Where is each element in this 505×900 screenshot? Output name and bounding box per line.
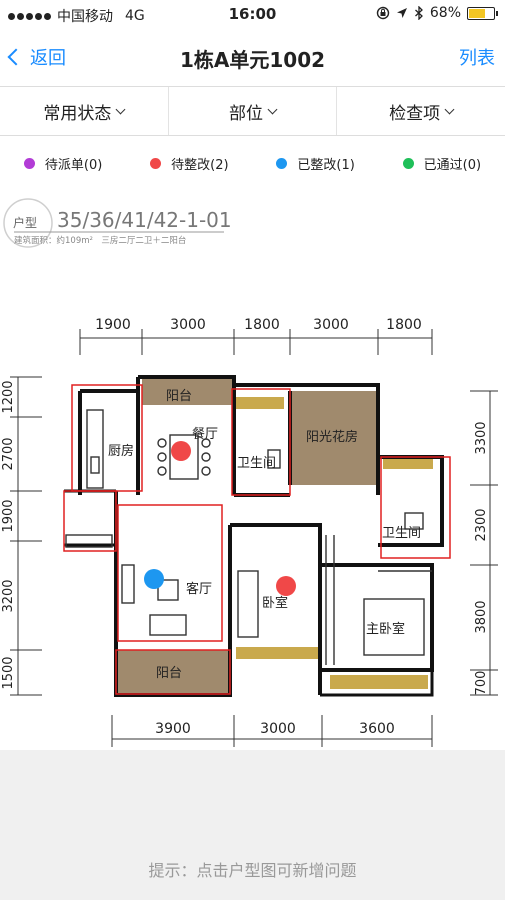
legend-item-fixed: 已整改(1)	[253, 146, 379, 180]
filter-bar: 常用状态 部位 检查项	[0, 86, 505, 136]
bluetooth-icon	[414, 6, 423, 20]
right-dimensions: 3300 2300 3800 700	[470, 390, 498, 696]
status-dot-icon	[23, 157, 35, 169]
room-label: 卧室	[262, 595, 288, 611]
room-label: 阳台	[156, 666, 182, 681]
status-dot-icon	[276, 157, 288, 169]
dim-label: 3200	[1, 579, 16, 612]
dim-label: 3600	[359, 721, 395, 737]
dim-label: 3000	[313, 317, 349, 333]
location-arrow-icon	[396, 8, 407, 18]
status-dot-icon	[402, 157, 414, 169]
filter-label: 检查项	[389, 103, 441, 124]
room-label: 阳台	[166, 389, 192, 404]
page-title: 1栋A单元1002	[179, 48, 326, 72]
battery-icon	[467, 6, 498, 20]
status-legend: 待派单(0) 待整改(2) 已整改(1) 已通过(0)	[0, 146, 505, 180]
top-dimensions: 1900 3000 1800 3000 1800	[79, 317, 433, 355]
dim-label: 3000	[260, 721, 296, 737]
legend-item-pending-fix: 待整改(2)	[126, 146, 252, 180]
room-label: 阳光花房	[306, 429, 358, 445]
chevron-down-icon	[267, 104, 278, 114]
dim-label: 1800	[386, 317, 422, 333]
legend-label: 待派单(0)	[44, 157, 103, 173]
floor-plan-drawing[interactable]: 户型 35/36/41/42-1-01 建筑面积：约109m² 三房二厅二卫＋二…	[0, 195, 505, 750]
filter-label: 常用状态	[43, 103, 112, 124]
dim-label: 700	[474, 671, 489, 696]
room-label: 卫生间	[237, 456, 276, 471]
plan-type-prefix: 户型	[13, 215, 37, 230]
dim-label: 2300	[474, 508, 489, 541]
room-label: 主卧室	[366, 621, 405, 637]
chevron-down-icon	[115, 104, 126, 114]
dim-label: 3800	[474, 600, 489, 633]
legend-label: 已整改(1)	[297, 157, 355, 173]
dim-label: 1200	[1, 380, 16, 413]
room-label: 客厅	[186, 581, 212, 597]
status-right: 68%	[376, 5, 498, 21]
lock-rotation-icon	[376, 6, 390, 20]
issue-marker-bedroom[interactable]	[276, 576, 296, 596]
legend-label: 已通过(0)	[423, 157, 482, 173]
room-label: 厨房	[108, 443, 134, 459]
left-dimensions: 1200 2700 1900 3200 1500	[1, 376, 42, 696]
dim-label: 3900	[155, 721, 191, 737]
filter-location-dropdown[interactable]: 部位	[169, 87, 338, 135]
plan-type-code: 35/36/41/42-1-01	[57, 208, 232, 232]
app-root: { "status_bar": { "carrier": "中国移动", "ne…	[0, 0, 505, 900]
nav-bar: 返回 1栋A单元1002 列表	[0, 30, 505, 86]
issue-marker-living[interactable]	[144, 569, 164, 589]
filter-status-dropdown[interactable]: 常用状态	[0, 87, 169, 135]
dim-label: 3000	[170, 317, 206, 333]
bottom-dimensions: 3900 3000 3600	[111, 715, 433, 747]
dim-label: 1500	[1, 656, 16, 689]
dim-label: 3300	[474, 421, 489, 454]
footer: 提示：点击户型图可新增问题	[0, 750, 505, 900]
dim-label: 1800	[244, 317, 280, 333]
filter-label: 部位	[229, 103, 263, 124]
legend-label: 待整改(2)	[171, 157, 229, 173]
list-button[interactable]: 列表	[459, 44, 495, 70]
battery-percent: 68%	[429, 5, 461, 21]
dim-label: 2700	[1, 437, 16, 470]
plan-subtitle: 建筑面积：约109m² 三房二厅二卫＋二阳台	[14, 235, 186, 246]
room-label: 餐厅	[192, 426, 218, 442]
chevron-down-icon	[444, 104, 455, 114]
hint-text: 提示：点击户型图可新增问题	[148, 861, 357, 880]
floor-plan[interactable]: 户型 35/36/41/42-1-01 建筑面积：约109m² 三房二厅二卫＋二…	[0, 195, 505, 750]
legend-item-pending-dispatch: 待派单(0)	[0, 146, 126, 180]
filter-check-item-dropdown[interactable]: 检查项	[337, 87, 505, 135]
dim-label: 1900	[1, 499, 16, 532]
plan-stamp: 户型 35/36/41/42-1-01 建筑面积：约109m² 三房二厅二卫＋二…	[3, 198, 232, 248]
room-label: 卫生间	[382, 526, 421, 541]
dim-label: 1900	[95, 317, 131, 333]
status-dot-icon	[150, 157, 162, 169]
issue-marker-dining[interactable]	[171, 441, 191, 461]
legend-item-passed: 已通过(0)	[379, 146, 505, 180]
status-bar: 中国移动 4G 16:00 68%	[0, 0, 505, 30]
